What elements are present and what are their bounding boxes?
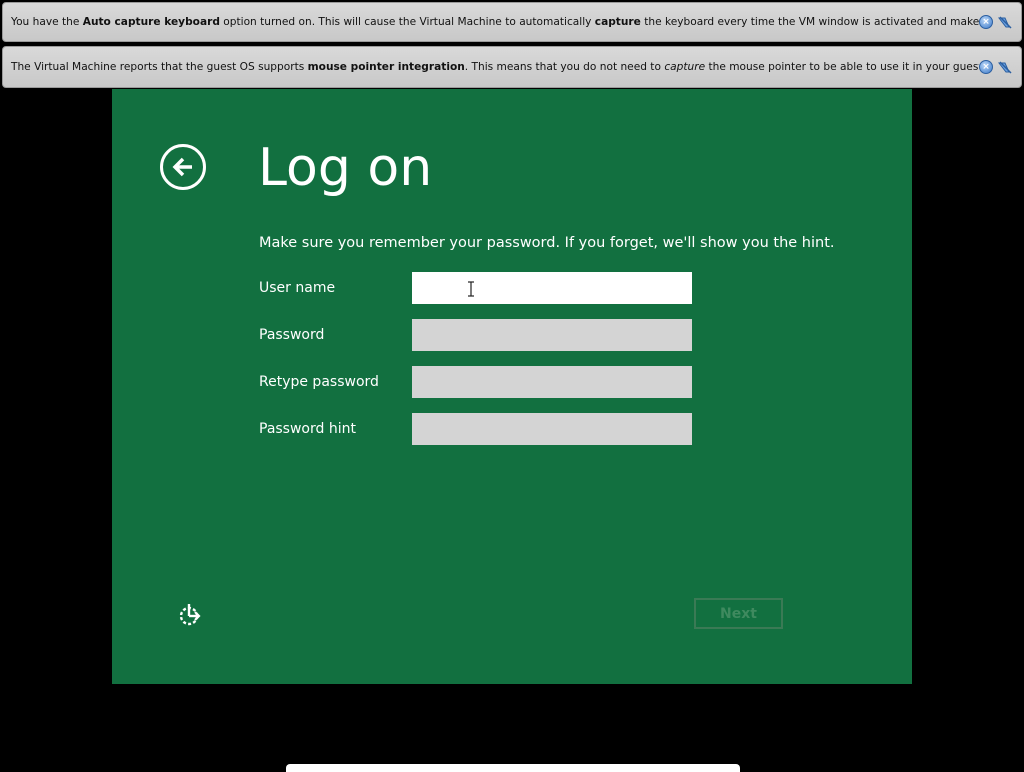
password-hint-label: Password hint <box>259 421 356 437</box>
page-title: Log on <box>258 138 433 198</box>
notice-mouse-integration: The Virtual Machine reports that the gue… <box>2 46 1022 88</box>
close-icon[interactable]: × <box>979 15 993 29</box>
notice-message: The Virtual Machine reports that the gue… <box>11 61 979 73</box>
mute-notifications-icon[interactable] <box>997 14 1013 30</box>
password-input[interactable] <box>412 319 692 351</box>
instructions-text: Make sure you remember your password. If… <box>259 235 835 251</box>
close-icon[interactable]: × <box>979 60 993 74</box>
notice-message: You have the Auto capture keyboard optio… <box>11 16 979 28</box>
next-button[interactable]: Next <box>694 598 783 629</box>
text-cursor-icon <box>468 281 474 297</box>
setup-panel: Log on Make sure you remember your passw… <box>112 89 912 684</box>
back-arrow-icon <box>172 157 192 177</box>
notice-auto-capture-keyboard: You have the Auto capture keyboard optio… <box>2 2 1022 42</box>
bottom-edge-bar <box>286 764 740 772</box>
password-hint-row: Password hint <box>259 413 692 445</box>
password-row: Password <box>259 319 692 351</box>
back-button[interactable] <box>160 144 206 190</box>
user-name-label: User name <box>259 280 336 296</box>
password-label: Password <box>259 327 325 343</box>
user-name-input[interactable] <box>412 272 692 304</box>
retype-password-row: Retype password <box>259 366 692 398</box>
ease-of-access-icon[interactable] <box>177 601 203 627</box>
mute-notifications-icon[interactable] <box>997 59 1013 75</box>
retype-password-label: Retype password <box>259 374 379 390</box>
password-hint-input[interactable] <box>412 413 692 445</box>
retype-password-input[interactable] <box>412 366 692 398</box>
